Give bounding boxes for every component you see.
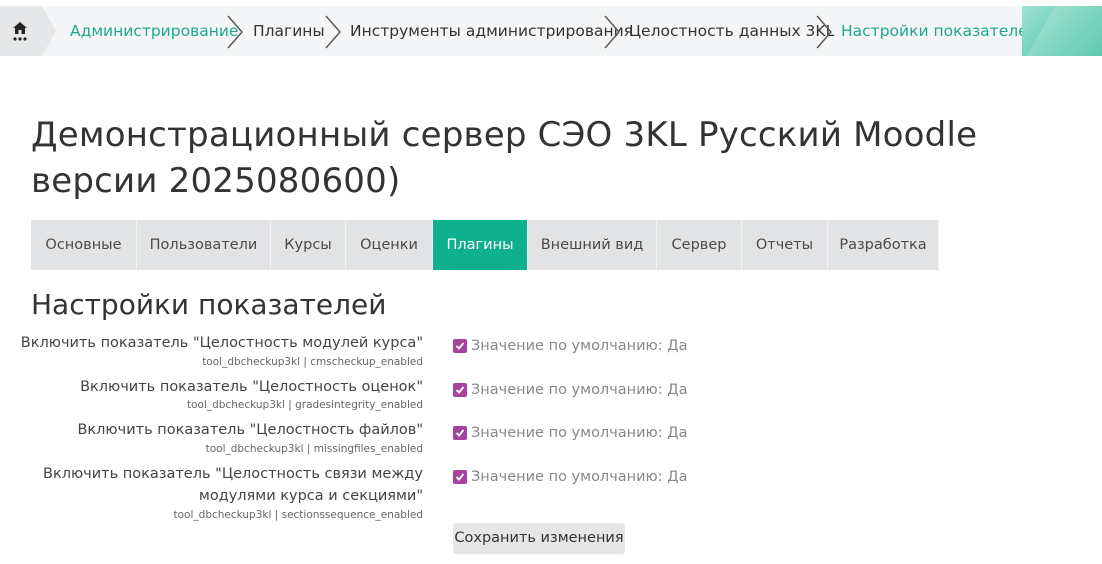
section-heading: Настройки показателей xyxy=(31,288,387,321)
tab-grades[interactable]: Оценки xyxy=(346,220,433,270)
setting-label: модулями курса и секциями" xyxy=(198,488,423,504)
tab-development[interactable]: Разработка xyxy=(828,220,939,270)
setting-control: Значение по умолчанию: Да xyxy=(453,338,687,354)
setting-key: tool_dbcheckup3kl | cmscheckup_enabled xyxy=(202,356,423,368)
home-icon xyxy=(13,22,27,41)
breadcrumb-item-administration[interactable]: Администрирование xyxy=(70,20,238,42)
default-value-text: Значение по умолчанию: Да xyxy=(471,469,688,485)
tab-reports[interactable]: Отчеты xyxy=(742,220,828,270)
setting-key: tool_dbcheckup3kl | sectionssequence_ena… xyxy=(173,509,423,521)
breadcrumb-item-plugins[interactable]: Плагины xyxy=(253,20,325,42)
chevron-right-icon xyxy=(816,15,832,49)
check-icon xyxy=(455,473,465,481)
setting-control: Значение по умолчанию: Да xyxy=(453,425,687,441)
setting-label: Включить показатель "Целостность связи м… xyxy=(43,466,423,482)
setting-checkbox[interactable] xyxy=(453,470,467,484)
breadcrumb-item-admin-tools[interactable]: Инструменты администрирования xyxy=(350,20,633,42)
page-title: Демонстрационный сервер СЭО 3KL Русский … xyxy=(31,115,978,201)
setting-label: Включить показатель "Целостность файлов" xyxy=(77,422,423,438)
default-value-text: Значение по умолчанию: Да xyxy=(471,425,688,441)
default-value-text: Значение по умолчанию: Да xyxy=(471,382,688,398)
admin-tabs: Основные Пользователи Курсы Оценки Плаги… xyxy=(31,220,939,270)
check-icon xyxy=(455,342,465,350)
setting-key: tool_dbcheckup3kl | missingfiles_enabled xyxy=(205,443,423,455)
setting-checkbox[interactable] xyxy=(453,383,467,397)
tab-courses[interactable]: Курсы xyxy=(271,220,346,270)
setting-control: Значение по умолчанию: Да xyxy=(453,382,687,398)
tab-general[interactable]: Основные xyxy=(31,220,137,270)
tab-appearance[interactable]: Внешний вид xyxy=(528,220,657,270)
tab-plugins[interactable]: Плагины xyxy=(433,220,528,270)
chevron-right-icon xyxy=(227,15,243,49)
breadcrumb: Администрирование Плагины Инструменты ад… xyxy=(0,6,1102,56)
setting-checkbox[interactable] xyxy=(453,426,467,440)
save-button[interactable]: Сохранить изменения xyxy=(453,523,625,554)
check-icon xyxy=(455,386,465,394)
breadcrumb-item-data-integrity[interactable]: Целостность данных 3KL xyxy=(629,20,834,42)
check-icon xyxy=(455,429,465,437)
chevron-right-icon xyxy=(604,15,620,49)
home-link[interactable] xyxy=(0,6,42,56)
default-value-text: Значение по умолчанию: Да xyxy=(471,338,688,354)
tab-users[interactable]: Пользователи xyxy=(137,220,271,270)
setting-label: Включить показатель "Целостность модулей… xyxy=(20,335,423,351)
chevron-right-icon xyxy=(325,15,341,49)
setting-control: Значение по умолчанию: Да xyxy=(453,469,687,485)
tab-server[interactable]: Сервер xyxy=(657,220,742,270)
setting-key: tool_dbcheckup3kl | gradesintegrity_enab… xyxy=(187,399,423,411)
header-decoration xyxy=(1022,6,1102,56)
setting-label: Включить показатель "Целостность оценок" xyxy=(80,379,423,395)
breadcrumb-item-current: Настройки показателей xyxy=(841,22,1038,40)
setting-checkbox[interactable] xyxy=(453,339,467,353)
